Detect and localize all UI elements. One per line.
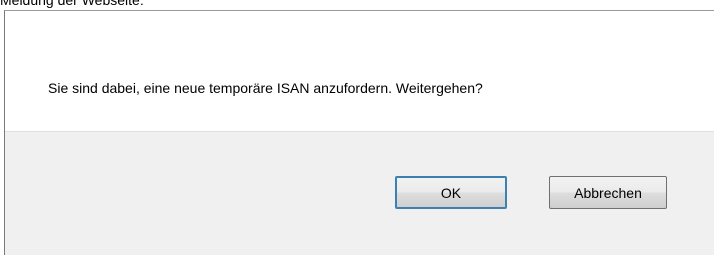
message-area: Sie sind dabei, eine neue temporäre ISAN… [5, 11, 714, 131]
window-title-bar: Meldung der Webseite: [0, 0, 714, 10]
alert-dialog: Sie sind dabei, eine neue temporäre ISAN… [4, 10, 714, 255]
cancel-button[interactable]: Abbrechen [549, 176, 667, 209]
window-title: Meldung der Webseite: [0, 0, 144, 8]
ok-button[interactable]: OK [395, 176, 507, 209]
dialog-message: Sie sind dabei, eine neue temporäre ISAN… [48, 80, 483, 96]
button-bar: OK Abbrechen [5, 131, 714, 255]
